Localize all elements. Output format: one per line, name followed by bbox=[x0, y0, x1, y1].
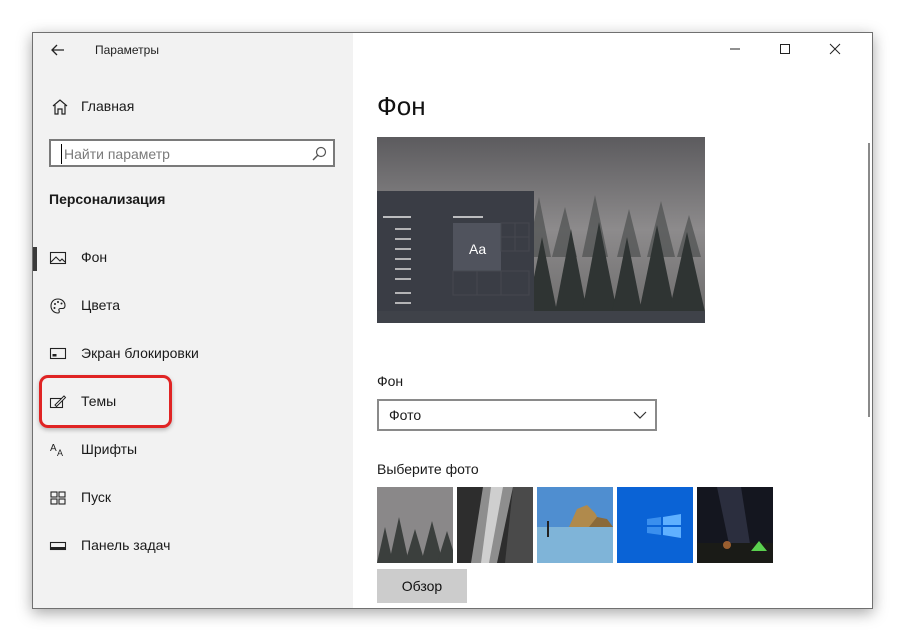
svg-text:A: A bbox=[50, 443, 57, 454]
sidebar-item-start[interactable]: Пуск bbox=[33, 477, 353, 517]
search-box[interactable] bbox=[49, 139, 335, 167]
svg-text:A: A bbox=[57, 448, 63, 458]
palette-icon bbox=[50, 298, 66, 314]
settings-window: Параметры Главная Персонализация Фон bbox=[32, 32, 873, 609]
sidebar-item-label: Панель задач bbox=[81, 537, 171, 553]
sidebar-item-colors[interactable]: Цвета bbox=[33, 285, 353, 325]
window-controls bbox=[712, 33, 872, 67]
sidebar-item-label: Темы bbox=[81, 393, 117, 409]
photo-thumbnail-beach-rocks[interactable] bbox=[537, 487, 613, 563]
sidebar-item-themes[interactable]: Темы bbox=[33, 381, 353, 421]
back-button[interactable] bbox=[45, 39, 71, 61]
background-type-dropdown[interactable]: Фото bbox=[377, 399, 657, 431]
photo-thumbnail-foggy-forest[interactable] bbox=[377, 487, 453, 563]
choose-photo-label: Выберите фото bbox=[377, 461, 479, 477]
monitor-icon bbox=[49, 347, 67, 360]
page-title: Фон bbox=[377, 91, 426, 121]
minimize-icon bbox=[730, 48, 740, 50]
themes-brush-icon bbox=[49, 395, 67, 409]
start-grid-icon bbox=[50, 491, 66, 505]
sidebar-item-label: Пуск bbox=[81, 489, 112, 505]
background-label: Фон bbox=[377, 373, 404, 389]
preview-sample-text: Aa bbox=[469, 241, 487, 257]
sidebar-item-lock-screen[interactable]: Экран блокировки bbox=[33, 333, 353, 373]
preview-image bbox=[377, 137, 705, 323]
home-label: Главная bbox=[81, 98, 135, 114]
photo-thumbnail-night-sky-tent[interactable] bbox=[697, 487, 773, 563]
sidebar-item-label: Шрифты bbox=[81, 441, 138, 457]
browse-button[interactable]: Обзор bbox=[377, 569, 467, 603]
photo-thumbnail-rock-waterfall[interactable] bbox=[457, 487, 533, 563]
minimize-button[interactable] bbox=[712, 33, 758, 65]
selected-indicator bbox=[33, 247, 37, 271]
arrow-left-icon bbox=[51, 44, 64, 56]
maximize-button[interactable] bbox=[762, 33, 808, 65]
sidebar-item-taskbar[interactable]: Панель задач bbox=[33, 525, 353, 565]
photo-thumbnail-windows-blue[interactable] bbox=[617, 487, 693, 563]
sidebar-item-background[interactable]: Фон bbox=[33, 237, 353, 277]
taskbar-icon bbox=[49, 541, 67, 551]
search-icon[interactable] bbox=[311, 146, 327, 162]
sidebar: Параметры Главная Персонализация Фон bbox=[33, 33, 353, 608]
app-title: Параметры bbox=[95, 43, 159, 57]
chevron-down-icon bbox=[633, 411, 647, 419]
main-content: Фон Aa Фон Фото Выберите фото Обзор bbox=[353, 33, 872, 608]
font-icon: A A bbox=[50, 443, 63, 458]
sidebar-item-label: Экран блокировки bbox=[81, 345, 199, 361]
close-button[interactable] bbox=[812, 33, 858, 65]
dropdown-value: Фото bbox=[389, 407, 422, 423]
section-title: Персонализация bbox=[49, 191, 166, 207]
scrollbar[interactable] bbox=[868, 143, 870, 417]
sidebar-item-fonts[interactable]: A A Шрифты bbox=[33, 429, 353, 469]
close-icon bbox=[829, 43, 841, 55]
sidebar-item-label: Цвета bbox=[81, 297, 120, 313]
sidebar-item-label: Фон bbox=[81, 249, 108, 265]
search-input[interactable] bbox=[61, 144, 306, 164]
title-bar: Параметры bbox=[33, 33, 353, 67]
home-icon bbox=[52, 99, 68, 115]
maximize-icon bbox=[780, 44, 790, 54]
background-preview: Aa bbox=[377, 137, 705, 323]
home-link[interactable]: Главная bbox=[33, 93, 353, 121]
picture-icon bbox=[49, 251, 67, 265]
